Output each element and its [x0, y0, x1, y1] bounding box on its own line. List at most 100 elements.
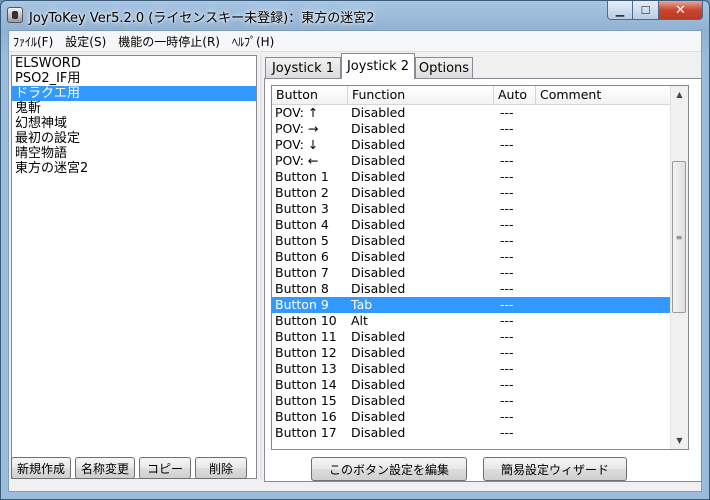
table-row[interactable]: Button 15 Disabled ---	[272, 393, 673, 409]
table-row[interactable]: Button 11 Disabled ---	[272, 329, 673, 345]
joystick-icon[interactable]	[7, 7, 23, 23]
table-row-selected[interactable]: Button 9 Tab ---	[272, 297, 673, 313]
table-row[interactable]: Button 10 Alt ---	[272, 313, 673, 329]
comment-cell	[536, 169, 673, 185]
action-buttons: このボタン設定を編集 簡易設定ウィザード	[311, 457, 627, 481]
button-cell: Button 16	[275, 409, 337, 424]
function-cell: Disabled	[351, 185, 406, 200]
function-cell: Disabled	[351, 329, 406, 344]
edit-button-setting-button[interactable]: このボタン設定を編集	[311, 457, 467, 481]
profile-item-selected[interactable]: ドラクエ用	[12, 86, 256, 101]
copy-profile-button[interactable]: コピー	[139, 457, 191, 479]
table-row[interactable]: Button 3 Disabled ---	[272, 201, 673, 217]
column-header-comment[interactable]: Comment	[536, 86, 673, 104]
table-row[interactable]: POV: ↑ Disabled ---	[272, 105, 673, 121]
setup-wizard-button[interactable]: 簡易設定ウィザード	[483, 457, 627, 481]
table-row[interactable]: Button 4 Disabled ---	[272, 217, 673, 233]
table-row[interactable]: Button 1 Disabled ---	[272, 169, 673, 185]
maximize-button[interactable]: ☐	[633, 1, 659, 20]
function-cell: Disabled	[351, 169, 406, 184]
tab-joystick-2[interactable]: Joystick 2	[341, 53, 415, 79]
comment-cell	[536, 201, 673, 217]
profile-list[interactable]: ELSWORD PSO2_IF用 ドラクエ用 鬼斬 幻想神域 最初の設定 晴空物…	[11, 55, 257, 479]
main-window: JoyToKey Ver5.2.0 (ライセンスキー未登録)：東方の迷宮2 ▁ …	[0, 0, 710, 500]
function-cell: Disabled	[351, 281, 406, 296]
button-cell: Button 7	[275, 265, 329, 280]
vertical-scrollbar[interactable]: ▲ ≡ ▼	[670, 86, 688, 449]
column-header-button[interactable]: Button	[272, 86, 348, 104]
profile-item[interactable]: 最初の設定	[12, 131, 256, 146]
caption-buttons: ▁ ☐ ✕	[607, 1, 703, 20]
function-cell: Disabled	[351, 233, 406, 248]
button-cell: Button 4	[275, 217, 329, 232]
auto-cell: ---	[500, 425, 514, 440]
auto-cell: ---	[500, 233, 514, 248]
table-row[interactable]: POV: ← Disabled ---	[272, 153, 673, 169]
auto-cell: ---	[500, 377, 514, 392]
maximize-icon: ☐	[640, 3, 651, 17]
comment-cell	[536, 281, 673, 297]
function-cell: Disabled	[351, 425, 406, 440]
profile-item[interactable]: 鬼斬	[12, 101, 256, 116]
table-row[interactable]: Button 2 Disabled ---	[272, 185, 673, 201]
close-button[interactable]: ✕	[659, 1, 703, 20]
table-row[interactable]: Button 14 Disabled ---	[272, 377, 673, 393]
function-cell: Disabled	[351, 217, 406, 232]
list-header: Button Function Auto Comment	[272, 86, 673, 105]
menu-pause[interactable]: 機能の一時停止(R)	[112, 33, 226, 50]
column-header-function[interactable]: Function	[348, 86, 494, 104]
menu-help[interactable]: ﾍﾙﾌﾟ(H)	[226, 33, 280, 50]
comment-cell	[536, 377, 673, 393]
table-row[interactable]: Button 12 Disabled ---	[272, 345, 673, 361]
function-cell: Disabled	[351, 153, 406, 168]
table-row[interactable]: Button 13 Disabled ---	[272, 361, 673, 377]
scroll-up-icon[interactable]: ▲	[671, 86, 688, 103]
function-cell: Disabled	[351, 201, 406, 216]
profile-item[interactable]: ELSWORD	[12, 56, 256, 71]
auto-cell: ---	[500, 185, 514, 200]
column-header-auto[interactable]: Auto	[494, 86, 536, 104]
scroll-down-icon[interactable]: ▼	[671, 432, 688, 449]
table-row[interactable]: Button 8 Disabled ---	[272, 281, 673, 297]
button-cell: POV: ←	[275, 153, 319, 168]
profile-item[interactable]: 幻想神域	[12, 116, 256, 131]
profile-item[interactable]: 東方の迷宮2	[12, 161, 256, 176]
comment-cell	[536, 265, 673, 281]
new-profile-button[interactable]: 新規作成	[11, 457, 71, 479]
comment-cell	[536, 233, 673, 249]
tab-options[interactable]: Options	[415, 57, 473, 78]
table-row[interactable]: Button 16 Disabled ---	[272, 409, 673, 425]
title-bar[interactable]: JoyToKey Ver5.2.0 (ライセンスキー未登録)：東方の迷宮2 ▁ …	[1, 1, 709, 29]
delete-profile-button[interactable]: 削除	[195, 457, 247, 479]
tab-panel: Button Function Auto Comment POV: ↑ Disab…	[264, 78, 702, 482]
minimize-button[interactable]: ▁	[607, 1, 633, 20]
profile-item[interactable]: 晴空物語	[12, 146, 256, 161]
profile-item[interactable]: PSO2_IF用	[12, 71, 256, 86]
comment-cell	[536, 425, 673, 441]
function-cell: Disabled	[351, 265, 406, 280]
button-cell: Button 2	[275, 185, 329, 200]
table-row[interactable]: Button 7 Disabled ---	[272, 265, 673, 281]
button-cell: Button 17	[275, 425, 337, 440]
function-cell: Disabled	[351, 345, 406, 360]
table-row[interactable]: Button 5 Disabled ---	[272, 233, 673, 249]
splitter[interactable]	[260, 55, 262, 479]
table-row[interactable]: Button 17 Disabled ---	[272, 425, 673, 441]
function-cell: Disabled	[351, 393, 406, 408]
button-assignment-list[interactable]: Button Function Auto Comment POV: ↑ Disab…	[271, 85, 689, 450]
table-row[interactable]: POV: → Disabled ---	[272, 121, 673, 137]
auto-cell: ---	[500, 201, 514, 216]
auto-cell: ---	[500, 393, 514, 408]
rename-profile-button[interactable]: 名称変更	[75, 457, 135, 479]
auto-cell: ---	[500, 137, 514, 152]
menu-file[interactable]: ﾌｧｲﾙ(F)	[9, 33, 59, 50]
comment-cell	[536, 185, 673, 201]
scroll-thumb[interactable]: ≡	[672, 161, 686, 313]
table-row[interactable]: Button 6 Disabled ---	[272, 249, 673, 265]
function-cell: Disabled	[351, 377, 406, 392]
comment-cell	[536, 329, 673, 345]
tab-joystick-1[interactable]: Joystick 1	[265, 57, 341, 78]
menu-settings[interactable]: 設定(S)	[59, 33, 112, 50]
comment-cell	[536, 137, 673, 153]
table-row[interactable]: POV: ↓ Disabled ---	[272, 137, 673, 153]
